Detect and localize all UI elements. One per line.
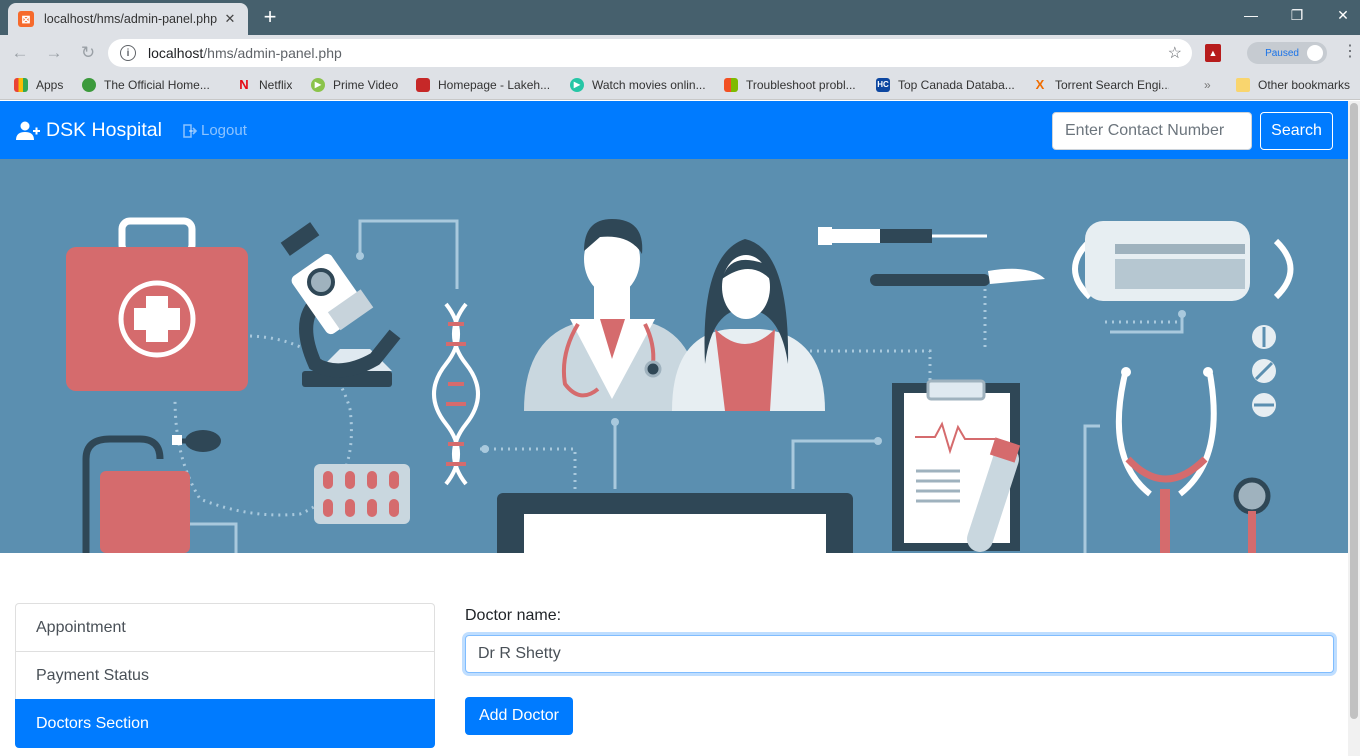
url-text: localhost/hms/admin-panel.php bbox=[148, 45, 342, 61]
browser-tab[interactable]: ⊠ localhost/hms/admin-panel.php ✕ bbox=[8, 3, 248, 35]
avatar bbox=[1307, 45, 1323, 61]
user-plus-icon bbox=[16, 121, 40, 140]
sidebar-item-appointment[interactable]: Appointment bbox=[15, 603, 435, 652]
globe-icon bbox=[82, 78, 96, 92]
hc-icon: HC bbox=[876, 78, 890, 92]
browser-tabstrip: ⊠ localhost/hms/admin-panel.php ✕ + — ❐ … bbox=[0, 0, 1360, 35]
bookmark-apps[interactable]: Apps bbox=[14, 75, 63, 95]
logout-link[interactable]: Logout bbox=[183, 122, 247, 139]
close-window-icon[interactable]: ✕ bbox=[1320, 4, 1360, 28]
pdf-extension-icon[interactable]: ▲ bbox=[1205, 44, 1221, 62]
scrollbar-thumb[interactable] bbox=[1350, 103, 1358, 719]
profile-button[interactable]: Paused bbox=[1247, 42, 1327, 64]
lakehead-icon bbox=[416, 78, 430, 92]
scrollbar[interactable] bbox=[1348, 101, 1360, 756]
contact-search-input[interactable] bbox=[1052, 112, 1252, 150]
close-tab-icon[interactable]: ✕ bbox=[222, 11, 238, 27]
bookmark-top-canada[interactable]: HC Top Canada Databa... bbox=[876, 75, 1016, 95]
minimize-icon[interactable]: — bbox=[1228, 4, 1274, 28]
doctor-name-label: Doctor name: bbox=[465, 607, 562, 624]
play-circle-icon: ▶ bbox=[570, 78, 584, 92]
sidebar-item-doctors-section[interactable]: Doctors Section bbox=[15, 699, 435, 748]
logout-label: Logout bbox=[201, 122, 247, 139]
doctor-name-input[interactable] bbox=[465, 635, 1334, 673]
netflix-icon: N bbox=[239, 77, 249, 92]
play-icon: ▶ bbox=[311, 78, 325, 92]
bookmark-star-icon[interactable]: ☆ bbox=[1168, 43, 1182, 63]
browser-toolbar: ← → ↻ i localhost/hms/admin-panel.php ☆ … bbox=[0, 35, 1360, 70]
hero-banner bbox=[0, 159, 1348, 553]
profile-name: Paused bbox=[1265, 47, 1299, 59]
reload-icon[interactable]: ↻ bbox=[76, 41, 100, 65]
new-tab-button[interactable]: + bbox=[256, 6, 284, 30]
bookmark-prime-video[interactable]: ▶ Prime Video bbox=[311, 75, 398, 95]
forward-icon[interactable]: → bbox=[42, 41, 66, 65]
info-icon[interactable]: i bbox=[120, 45, 136, 61]
bookmark-official-home[interactable]: The Official Home... bbox=[82, 75, 212, 95]
address-bar[interactable]: i localhost/hms/admin-panel.php ☆ bbox=[108, 39, 1192, 67]
navbar: DSK Hospital Logout Search bbox=[0, 101, 1348, 159]
sign-out-icon bbox=[183, 123, 198, 138]
folder-icon bbox=[1236, 78, 1250, 92]
bookmark-lakehead[interactable]: Homepage - Lakeh... bbox=[416, 75, 552, 95]
medical-illustration bbox=[66, 217, 1294, 553]
apps-grid-icon bbox=[14, 78, 28, 92]
add-doctor-button[interactable]: Add Doctor bbox=[465, 697, 573, 735]
menu-icon[interactable]: ⋮ bbox=[1342, 43, 1358, 61]
sidebar-item-payment-status[interactable]: Payment Status bbox=[15, 651, 435, 700]
xampp-favicon-icon: ⊠ bbox=[18, 11, 34, 27]
search-button[interactable]: Search bbox=[1260, 112, 1333, 150]
brand[interactable]: DSK Hospital bbox=[16, 119, 162, 142]
back-icon[interactable]: ← bbox=[8, 41, 32, 65]
restore-icon[interactable]: ❐ bbox=[1274, 4, 1320, 28]
admin-menu: Appointment Payment Status Doctors Secti… bbox=[15, 603, 435, 748]
chevron-right-icon[interactable]: » bbox=[1204, 75, 1211, 95]
windows-icon bbox=[724, 78, 738, 92]
bookmark-other[interactable]: Other bookmarks bbox=[1236, 75, 1350, 95]
bookmark-netflix[interactable]: N Netflix bbox=[237, 75, 292, 95]
page-content: DSK Hospital Logout Search bbox=[0, 101, 1348, 756]
bookmark-troubleshoot[interactable]: Troubleshoot probl... bbox=[724, 75, 860, 95]
brand-title: DSK Hospital bbox=[46, 119, 162, 141]
bookmarks-bar: Apps The Official Home... N Netflix ▶ Pr… bbox=[0, 70, 1360, 100]
x-icon: X bbox=[1035, 77, 1045, 92]
bookmark-watch-movies[interactable]: ▶ Watch movies onlin... bbox=[570, 75, 710, 95]
tab-title: localhost/hms/admin-panel.php bbox=[44, 12, 218, 26]
bookmark-torrent[interactable]: X Torrent Search Engi... bbox=[1033, 75, 1169, 95]
